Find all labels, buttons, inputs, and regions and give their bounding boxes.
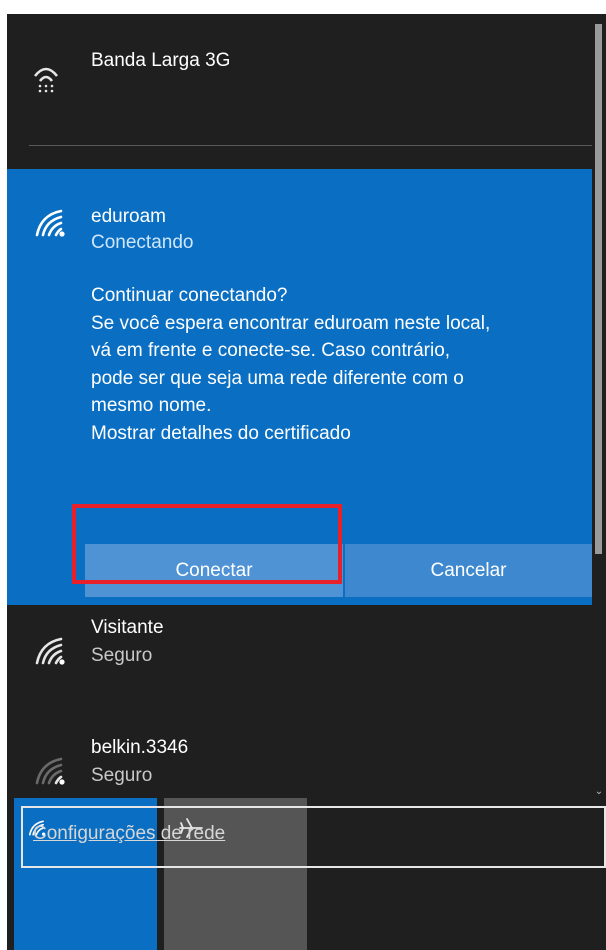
network-item-banda-larga-3g[interactable]: Banda Larga 3G [7,14,592,139]
show-certificate-details-link[interactable]: Mostrar detalhes do certificado [91,420,591,448]
cancel-button[interactable]: Cancelar [345,544,592,597]
wifi-icon [35,637,65,665]
network-settings-box: Configurações de rede [21,806,606,868]
scroll-thumb[interactable] [595,24,602,554]
prompt-question: Continuar conectando? [91,285,288,306]
wifi-weak-icon [35,757,65,785]
prompt-line: mesmo nome. [91,395,212,416]
network-status: Seguro [91,765,153,786]
network-settings-link[interactable]: Configurações de rede [33,823,225,845]
network-flyout: Banda Larga 3G eduroam Conectando Contin… [7,14,606,950]
network-item-visitante[interactable]: Visitante Seguro [7,605,592,725]
connect-button[interactable]: Conectar [85,544,343,597]
scrollbar[interactable]: ⌄ [592,14,606,804]
wifi-icon [35,209,65,237]
connect-prompt: Continuar conectando? Se você espera enc… [91,282,591,447]
cellular-icon [33,67,59,93]
prompt-line: pode ser que seja uma rede diferente com… [91,367,464,389]
scroll-down-arrow-icon[interactable]: ⌄ [592,786,606,802]
divider [29,145,592,146]
prompt-line: vá em frente e conecte-se. Caso contrári… [91,340,451,361]
network-item-eduroam[interactable]: eduroam Conectando Continuar conectando?… [7,169,592,605]
network-name: Banda Larga 3G [91,50,231,71]
network-name: Visitante [91,617,164,638]
network-name: eduroam [91,206,166,227]
network-name: belkin.3346 [91,737,189,758]
prompt-line: Se você espera encontrar eduroam neste l… [91,312,491,334]
network-status: Seguro [91,645,153,666]
network-status: Conectando [91,232,194,253]
